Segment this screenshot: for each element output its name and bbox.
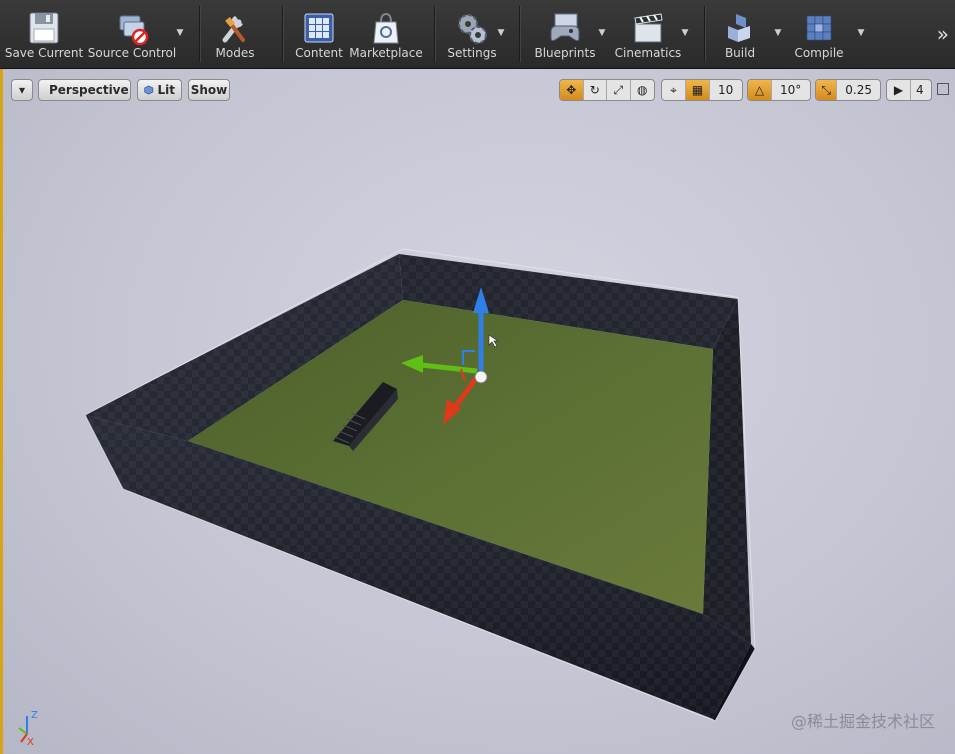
camera-speed-value[interactable]: 4 [911, 80, 929, 100]
toolbar-button-label: Marketplace [349, 46, 423, 60]
cinematics-dropdown-icon[interactable]: ▼ [680, 28, 690, 38]
marketplace-bag-icon [373, 12, 399, 44]
toolbar-button-label: Source Control [87, 46, 177, 60]
source-control-icon [119, 15, 149, 46]
toolbar-button-label: Settings [447, 46, 497, 60]
toolbar-button-label: Blueprints [534, 46, 596, 60]
rotation-snap-icon[interactable]: △ [748, 80, 772, 100]
rotation-snap-group: △ 10° [747, 79, 811, 101]
content-browser-icon [304, 13, 334, 43]
main-toolbar: Save Current Source Control ▼ Modes Cont… [0, 0, 955, 69]
cinematics-button[interactable]: Cinematics [612, 4, 684, 64]
grid-snap-group: ⌖ ▦ 10 [661, 79, 743, 101]
lit-cube-icon [144, 85, 154, 95]
toolbar-button-label: Modes [215, 46, 255, 60]
perspective-label: Perspective [49, 83, 129, 97]
build-button[interactable]: Build [712, 4, 768, 64]
camera-speed-group: ▶ 4 [886, 79, 932, 101]
blueprints-dropdown-icon[interactable]: ▼ [597, 28, 607, 38]
grid-snap-value[interactable]: 10 [710, 80, 741, 100]
perspective-dropdown[interactable]: Perspective [38, 79, 131, 101]
watermark: @稀土掘金技术社区 [790, 712, 935, 731]
floppy-disk-icon [29, 12, 59, 44]
modes-icon [222, 16, 245, 43]
toolbar-button-label: Cinematics [614, 46, 682, 60]
toolbar-separator [282, 6, 284, 62]
chevron-down-icon: ▾ [18, 83, 26, 97]
toolbar-separator [704, 6, 706, 62]
settings-dropdown-icon[interactable]: ▼ [496, 28, 506, 38]
blueprints-button[interactable]: Blueprints [527, 4, 603, 64]
viewport-toolbar: ▾ Perspective Lit Show ✥ ↻ ⤢ ◍ ⌖ ▦ 10 △ … [11, 79, 949, 103]
settings-gears-icon [458, 14, 487, 44]
scene-render[interactable] [3, 69, 955, 754]
scale-snap-group: ⤡ 0.25 [815, 79, 881, 101]
build-cubes-icon [728, 14, 750, 42]
save-current-button[interactable]: Save Current [4, 4, 84, 64]
axis-z-label: Z [31, 710, 38, 721]
toolbar-button-label: Compile [794, 46, 844, 60]
marketplace-button[interactable]: Marketplace [349, 4, 423, 64]
modes-button[interactable]: Modes [205, 4, 265, 64]
level-viewport[interactable]: ▾ Perspective Lit Show ✥ ↻ ⤢ ◍ ⌖ ▦ 10 △ … [0, 69, 955, 754]
grid-snap-icon[interactable]: ▦ [686, 80, 710, 100]
maximize-viewport-icon[interactable] [937, 83, 949, 95]
blueprints-gamepad-icon [550, 13, 580, 42]
scale-tool-icon[interactable]: ⤢ [607, 80, 631, 100]
content-button[interactable]: Content [290, 4, 348, 64]
viewport-options-dropdown[interactable]: ▾ [11, 79, 33, 101]
toolbar-button-label: Build [724, 46, 756, 60]
scale-snap-value[interactable]: 0.25 [837, 80, 880, 100]
axis-x-label: X [27, 737, 34, 746]
rotation-snap-value[interactable]: 10° [772, 80, 809, 100]
toolbar-button-label: Content [295, 46, 343, 60]
show-flags-dropdown[interactable]: Show [188, 79, 230, 101]
world-local-icon[interactable]: ◍ [631, 80, 654, 100]
settings-button[interactable]: Settings [440, 4, 504, 64]
source-control-button[interactable]: Source Control [88, 4, 176, 64]
compile-dropdown-icon[interactable]: ▼ [856, 28, 866, 38]
show-label: Show [190, 83, 228, 97]
toolbar-separator [434, 6, 436, 62]
toolbar-overflow-icon[interactable]: » [937, 22, 949, 46]
lit-mode-dropdown[interactable]: Lit [137, 79, 182, 101]
surface-snap-icon[interactable]: ⌖ [662, 80, 686, 100]
toolbar-button-label: Save Current [4, 46, 84, 60]
camera-speed-icon[interactable]: ▶ [887, 80, 911, 100]
build-dropdown-icon[interactable]: ▼ [773, 28, 783, 38]
compile-button[interactable]: Compile [788, 4, 850, 64]
source-control-dropdown-icon[interactable]: ▼ [175, 28, 185, 38]
scale-snap-icon[interactable]: ⤡ [816, 80, 838, 100]
rotate-tool-icon[interactable]: ↻ [584, 80, 607, 100]
axis-indicator: Z X [18, 710, 38, 746]
translate-tool-icon[interactable]: ✥ [560, 80, 584, 100]
toolbar-separator [199, 6, 201, 62]
transform-mode-group: ✥ ↻ ⤢ ◍ [559, 79, 655, 101]
clapperboard-icon [634, 13, 663, 43]
compile-cubes-icon [806, 15, 832, 41]
toolbar-separator [519, 6, 521, 62]
lit-label: Lit [157, 83, 176, 97]
